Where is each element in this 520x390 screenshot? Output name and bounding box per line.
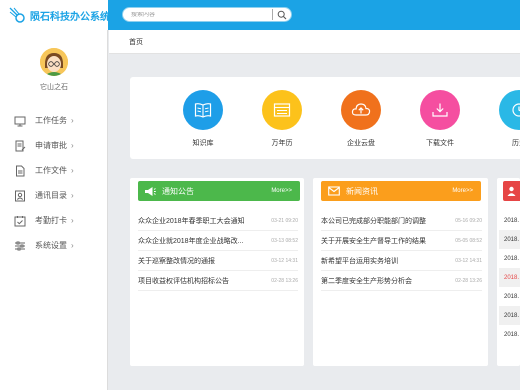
list-item[interactable]: 众众企业就2018年度企业战略改... 03-13 08:52 xyxy=(138,231,298,251)
notice-card-header: 通知公告 More>> xyxy=(138,181,300,201)
sidebar-item-settings[interactable]: 系统设置 › xyxy=(0,233,108,258)
chevron-right-icon: › xyxy=(71,216,74,225)
list-item-title: 众众企业就2018年度企业战略改... xyxy=(138,237,244,245)
sidebar-item-label: 工作文件 xyxy=(35,166,67,175)
list-item[interactable]: 关于开展安全生产督导工作的结果 05-05 08:52 xyxy=(321,231,482,251)
notice-card: 通知公告 More>> 众众企业2018年春季职工大会通知 03-21 09:20… xyxy=(130,178,304,366)
chevron-right-icon: › xyxy=(71,116,74,125)
sidebar-item-label: 考勤打卡 xyxy=(35,216,67,225)
download-icon xyxy=(420,90,460,130)
list-item-date: 03-12 14:31 xyxy=(455,257,482,264)
list-item[interactable]: 第二季度安全生产形势分析会 02-28 13:26 xyxy=(321,271,482,291)
sidebar-item-contacts[interactable]: 通讯目录 › xyxy=(0,183,108,208)
notice-more-link[interactable]: More>> xyxy=(271,188,292,194)
notice-card-title: 通知公告 xyxy=(162,186,194,196)
breadcrumb-home[interactable]: 首页 xyxy=(129,37,143,47)
logo[interactable]: 陨石科技办公系统 xyxy=(0,0,110,30)
list-item[interactable]: 2018. xyxy=(499,306,520,325)
sidebar-item-work-tasks[interactable]: 工作任务 › xyxy=(0,108,108,133)
list-item-date: 03-13 08:52 xyxy=(271,237,298,244)
app-downloads[interactable]: 下载文件 xyxy=(410,90,470,148)
file-icon xyxy=(14,165,26,177)
list-item[interactable]: 2018. xyxy=(499,230,520,249)
sidebar-item-label: 申请审批 xyxy=(35,141,67,150)
chevron-right-icon: › xyxy=(71,191,74,200)
list-item-title: 新希望平台运用实务培训 xyxy=(321,257,398,265)
app-label: 历史 xyxy=(512,140,520,147)
news-card: 新闻资讯 More>> 本公司已完成部分职能部门的调整 05-16 09:20 关… xyxy=(313,178,488,366)
cloud-upload-icon xyxy=(341,90,381,130)
search-bar xyxy=(122,7,292,22)
list-item-title: 关于巡察整改情况的通报 xyxy=(138,257,215,265)
breadcrumb: 首页 xyxy=(109,30,520,54)
book-icon xyxy=(183,90,223,130)
list-item-title: 项目收益权评估机构招标公告 xyxy=(138,277,229,285)
list-item[interactable]: 2018. xyxy=(499,325,520,344)
list-item-date: 02-28 13:26 xyxy=(455,277,482,284)
list-item-date: 05-16 09:20 xyxy=(455,217,482,224)
list-item-date: 03-21 09:20 xyxy=(271,217,298,224)
app-label: 企业云盘 xyxy=(347,140,375,147)
app-history[interactable]: 历史 xyxy=(489,90,520,148)
app-label: 知识库 xyxy=(192,140,214,147)
contacts-icon xyxy=(14,190,26,202)
list-item-title: 众众企业2018年春季职工大会通知 xyxy=(138,217,245,225)
list-item[interactable]: 项目收益权评估机构招标公告 02-28 13:26 xyxy=(138,271,298,291)
news-more-link[interactable]: More>> xyxy=(452,188,473,194)
monitor-icon xyxy=(14,115,26,127)
news-card-title: 新闻资讯 xyxy=(346,186,378,196)
list-item[interactable]: 2018. xyxy=(499,211,520,230)
chevron-right-icon: › xyxy=(71,166,74,175)
news-card-header: 新闻资讯 More>> xyxy=(321,181,481,201)
meteor-logo-icon xyxy=(8,6,26,24)
quick-apps-panel: 知识库 万年历 企业云盘 下载文件 历史 xyxy=(130,77,520,159)
app-calendar[interactable]: 万年历 xyxy=(252,90,312,148)
sidebar-item-label: 系统设置 xyxy=(35,241,67,250)
notice-list: 众众企业2018年春季职工大会通知 03-21 09:20 众众企业就2018年度… xyxy=(138,211,298,291)
history-icon xyxy=(499,90,520,130)
chevron-right-icon: › xyxy=(71,141,74,150)
sidebar-item-work-files[interactable]: 工作文件 › xyxy=(0,158,108,183)
list-item-date: 02-28 13:26 xyxy=(271,277,298,284)
third-card-header xyxy=(503,181,520,201)
app-label: 下载文件 xyxy=(426,140,454,147)
document-edit-icon xyxy=(14,140,26,152)
list-item-title: 关于开展安全生产督导工作的结果 xyxy=(321,237,426,245)
list-item[interactable]: 关于巡察整改情况的通报 03-12 14:31 xyxy=(138,251,298,271)
list-item[interactable]: 新希望平台运用实务培训 03-12 14:31 xyxy=(321,251,482,271)
list-item[interactable]: 本公司已完成部分职能部门的调整 05-16 09:20 xyxy=(321,211,482,231)
sidebar-item-attendance[interactable]: 考勤打卡 › xyxy=(0,208,108,233)
sidebar-nav: 工作任务 › 申请审批 › 工作文件 › 通讯目录 › 考勤打卡 › 系统设置 … xyxy=(0,108,108,258)
list-item[interactable]: 众众企业2018年春季职工大会通知 03-21 09:20 xyxy=(138,211,298,231)
sidebar-item-approvals[interactable]: 申请审批 › xyxy=(0,133,108,158)
avatar[interactable] xyxy=(40,48,68,76)
calendar-check-icon xyxy=(14,215,26,227)
person-icon xyxy=(507,186,516,196)
list-item[interactable]: 2018. xyxy=(499,249,520,268)
envelope-icon xyxy=(328,186,340,196)
sidebar-item-label: 通讯目录 xyxy=(35,191,67,200)
app-title: 陨石科技办公系统 xyxy=(30,11,110,23)
sidebar-item-label: 工作任务 xyxy=(35,116,67,125)
app-knowledge-base[interactable]: 知识库 xyxy=(173,90,233,148)
search-icon[interactable] xyxy=(273,8,291,21)
list-item-title: 第二季度安全生产形势分析会 xyxy=(321,277,412,285)
list-item-date: 03-12 14:31 xyxy=(271,257,298,264)
list-item[interactable]: 2018. xyxy=(499,268,520,287)
sidebar: 它山之石 工作任务 › 申请审批 › 工作文件 › 通讯目录 › 考勤打卡 › … xyxy=(0,30,108,390)
list-item-title: 本公司已完成部分职能部门的调整 xyxy=(321,217,426,225)
news-list: 本公司已完成部分职能部门的调整 05-16 09:20 关于开展安全生产督导工作的… xyxy=(321,211,482,291)
user-name: 它山之石 xyxy=(40,84,68,91)
list-item-date: 05-05 08:52 xyxy=(455,237,482,244)
list-item[interactable]: 2018. xyxy=(499,287,520,306)
megaphone-icon xyxy=(144,186,156,197)
sliders-icon xyxy=(14,240,26,252)
third-card-list: 2018. 2018. 2018. 2018. 2018. 2018. 2018… xyxy=(499,211,520,344)
chevron-right-icon: › xyxy=(71,241,74,250)
app-cloud-drive[interactable]: 企业云盘 xyxy=(331,90,391,148)
calendar-icon xyxy=(262,90,302,130)
app-label: 万年历 xyxy=(271,140,293,147)
search-input[interactable] xyxy=(123,11,273,18)
